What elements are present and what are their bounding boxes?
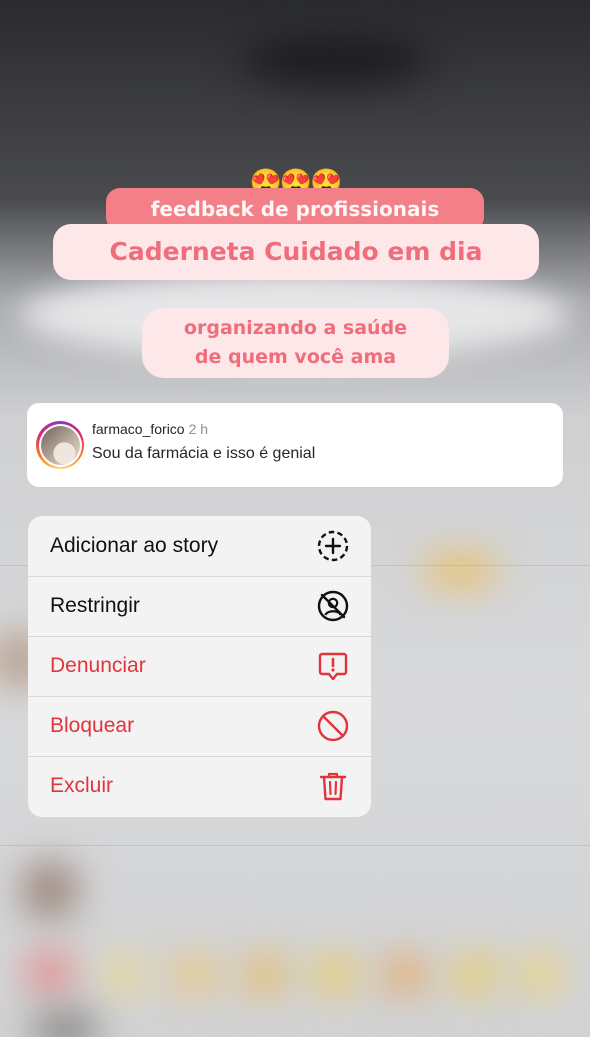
comment-text: Sou da farmácia e isso é genial — [92, 445, 316, 462]
menu-item-restrict[interactable]: Restringir — [28, 576, 371, 636]
bg-blur-shape — [240, 35, 430, 85]
menu-item-report[interactable]: Denunciar — [28, 636, 371, 696]
restrict-icon — [317, 590, 349, 622]
bg-blur-shape — [515, 952, 565, 997]
menu-item-label: Denunciar — [50, 654, 146, 677]
bg-blur-shape — [240, 952, 290, 997]
menu-item-label: Excluir — [50, 774, 114, 797]
story-title-caderneta: Caderneta Cuidado em dia — [53, 224, 539, 280]
comment-card: farmaco_forico 2 h Sou da farmácia e isso… — [27, 403, 563, 487]
menu-item-add-to-story[interactable]: Adicionar ao story — [28, 516, 371, 576]
avatar[interactable] — [36, 421, 84, 469]
bg-blur-shape — [310, 952, 360, 997]
bg-blur-shape — [100, 952, 150, 997]
add-circle-dashed-icon — [317, 530, 349, 562]
menu-item-label: Adicionar ao story — [50, 534, 219, 557]
bg-blur-shape — [420, 550, 500, 590]
bg-blur-shape — [25, 950, 75, 995]
story-subtitle-line1: organizando a saúde — [183, 317, 408, 339]
comment-username[interactable]: farmaco_forico — [92, 421, 185, 437]
bg-blur-shape — [170, 952, 220, 997]
menu-separator — [28, 696, 371, 697]
comment-context-menu: Adicionar ao story Restringir Denunciar … — [28, 516, 371, 817]
menu-separator — [28, 636, 371, 637]
bg-blur-shape — [20, 860, 80, 920]
avatar-border — [38, 423, 82, 467]
avatar-photo — [40, 425, 80, 465]
menu-item-label: Bloquear — [50, 714, 135, 737]
comment-timestamp: 2 h — [188, 421, 209, 437]
trash-icon — [319, 772, 347, 801]
bg-blur-shape — [380, 952, 430, 997]
story-subtitle: organizando a saúde de quem você ama — [142, 308, 449, 378]
story-subtitle-line2: de quem você ama — [194, 346, 397, 368]
bg-blur-shape — [450, 952, 500, 997]
menu-separator — [28, 756, 371, 757]
report-icon — [318, 652, 348, 681]
comment-header: farmaco_forico 2 h — [92, 421, 208, 437]
menu-separator — [28, 576, 371, 577]
menu-item-delete[interactable]: Excluir — [28, 756, 371, 816]
menu-item-label: Restringir — [50, 594, 140, 617]
bg-divider — [0, 845, 590, 846]
block-icon — [317, 710, 349, 742]
bg-blur-shape — [30, 1010, 100, 1037]
menu-item-block[interactable]: Bloquear — [28, 696, 371, 756]
